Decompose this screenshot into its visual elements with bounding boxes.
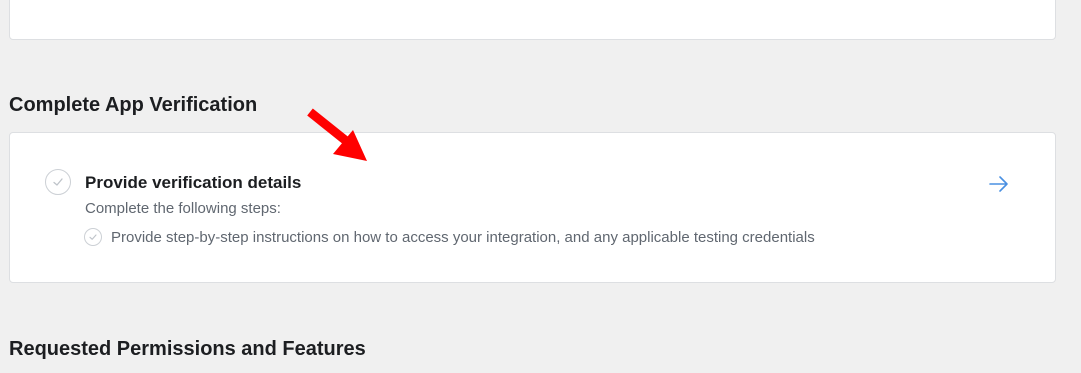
arrow-right-icon[interactable]	[987, 173, 1011, 195]
step-checkmark-icon	[84, 228, 102, 246]
previous-section-card	[9, 0, 1056, 40]
section-title-app-verification: Complete App Verification	[9, 94, 258, 116]
verification-task-card[interactable]: Provide verification details Complete th…	[9, 132, 1056, 283]
section-title-permissions: Requested Permissions and Features	[9, 338, 366, 360]
red-annotation-arrow-icon	[307, 108, 367, 161]
task-subtitle: Complete the following steps:	[85, 200, 281, 217]
step-item-label: Provide step-by-step instructions on how…	[111, 229, 815, 246]
checkmark-circle-icon	[45, 169, 71, 195]
task-title: Provide verification details	[85, 173, 302, 192]
